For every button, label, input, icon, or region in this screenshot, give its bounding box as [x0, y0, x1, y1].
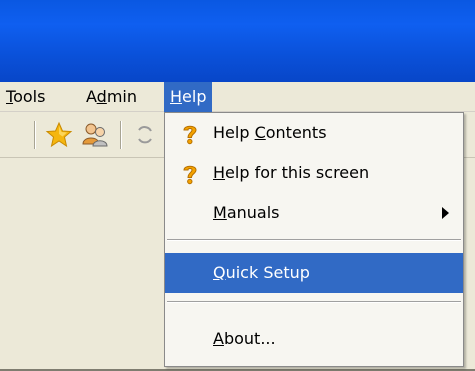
users-icon[interactable]	[80, 120, 110, 150]
menu-admin-pre: A	[86, 87, 97, 106]
submenu-arrow-icon	[442, 207, 449, 219]
menu-item-label: anuals	[226, 203, 280, 222]
menu-help[interactable]: Help	[164, 82, 213, 112]
menu-tools[interactable]: Tools	[0, 82, 51, 112]
help-menu-dropdown: Help Contents Help for this screen Manua…	[164, 112, 464, 367]
menu-help-label: elp	[182, 87, 207, 106]
refresh-icon[interactable]	[130, 120, 160, 150]
menu-item-manuals[interactable]: Manuals	[165, 193, 463, 233]
help-question-icon	[183, 165, 197, 185]
toolbar-separator	[34, 121, 36, 149]
menu-item-accel: M	[213, 203, 227, 222]
menu-item-help-contents[interactable]: Help Contents	[165, 113, 463, 153]
menu-item-quick-setup[interactable]: Quick Setup	[165, 253, 463, 293]
menu-item-help-for-this-screen[interactable]: Help for this screen	[165, 153, 463, 193]
menu-admin[interactable]: Admin	[80, 82, 143, 112]
menu-item-label: uick Setup	[225, 263, 310, 282]
menu-item-accel: Q	[213, 263, 226, 282]
menu-item-label: ontents	[265, 123, 327, 142]
menu-item-about[interactable]: About...	[165, 319, 463, 359]
menubar: Tools Admin Help	[0, 82, 475, 112]
menu-separator	[167, 239, 461, 241]
star-icon[interactable]	[44, 120, 74, 150]
menu-admin-label: min	[106, 87, 137, 106]
menu-item-accel: A	[213, 329, 224, 348]
menu-item-label: Help	[213, 123, 255, 142]
window-titlebar	[0, 0, 475, 82]
menu-item-label: elp for this screen	[225, 163, 370, 182]
menu-item-label: bout...	[223, 329, 276, 348]
help-question-icon	[183, 125, 197, 145]
menu-separator	[167, 301, 461, 303]
menu-item-accel: C	[254, 123, 266, 142]
menu-item-accel: H	[213, 163, 226, 182]
menu-help-accel: H	[170, 87, 183, 106]
menu-admin-accel: d	[96, 87, 107, 106]
menu-tools-accel: T	[6, 87, 14, 106]
menu-tools-label: ools	[13, 87, 46, 106]
toolbar-separator	[120, 121, 122, 149]
